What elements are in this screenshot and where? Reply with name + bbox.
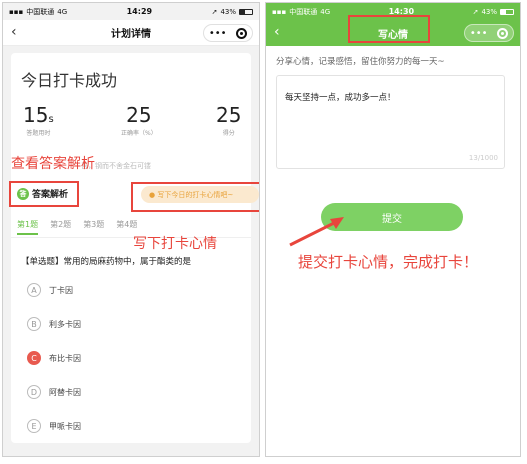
battery-icon: [500, 8, 514, 15]
mood-textarea[interactable]: 每天坚持一点，成功多一点！ 13/1000: [276, 75, 505, 169]
tab-question-1[interactable]: 第1题: [17, 219, 39, 235]
page-title: 计划详情: [111, 29, 151, 40]
stat-accuracy: 25 正确率（%）: [121, 103, 157, 137]
network-text: 4G: [320, 7, 331, 16]
option-text: 丁卡因: [49, 285, 73, 295]
stat-answer-time: 15s 答题用时: [23, 103, 54, 137]
highlight-answer-box: [9, 181, 79, 207]
option-e[interactable]: E 甲哌卡因: [27, 419, 81, 433]
more-icon[interactable]: •••: [470, 28, 488, 39]
mini-program-capsule: •••: [464, 24, 514, 42]
arrow-icon: [289, 217, 344, 247]
highlight-mood-box: [131, 182, 259, 212]
back-icon[interactable]: ‹: [274, 24, 280, 40]
carrier-text: 中国联通: [26, 7, 55, 16]
option-b[interactable]: B 利多卡因: [27, 317, 81, 331]
location-icon: ➚: [211, 7, 218, 16]
stat-unit: s: [48, 114, 54, 125]
stat-label: 得分: [222, 130, 235, 137]
status-time: 14:29: [126, 7, 153, 16]
highlight-title-box: [348, 15, 430, 43]
battery-percent: 43%: [481, 7, 497, 16]
option-text: 利多卡因: [49, 319, 81, 329]
tab-question-2[interactable]: 第2题: [50, 219, 71, 235]
option-letter: E: [27, 419, 41, 433]
option-letter-selected: C: [27, 351, 41, 365]
battery-icon: [239, 8, 253, 15]
option-c[interactable]: C 布比卡因: [27, 351, 81, 365]
annotation-submit: 提交打卡心情，完成打卡！: [298, 253, 479, 271]
option-text: 阿替卡因: [49, 387, 81, 397]
option-text: 布比卡因: [49, 353, 81, 363]
stat-label: 正确率（%）: [121, 130, 157, 137]
option-letter: D: [27, 385, 41, 399]
question-text: 【单选题】常用的局麻药物中，属于酯类的是: [21, 257, 192, 267]
tab-question-3[interactable]: 第3题: [83, 219, 104, 235]
stat-value: 15: [23, 103, 49, 127]
mini-program-capsule: •••: [203, 24, 253, 42]
plan-detail-screen: ▪▪▪ 中国联通 4G 14:29 ➚ 43% ‹ 计划详情 ••• 今日打卡成…: [2, 2, 260, 457]
option-letter: B: [27, 317, 41, 331]
stat-value: 25: [216, 103, 242, 127]
more-icon[interactable]: •••: [209, 28, 227, 39]
option-text: 甲哌卡因: [49, 421, 81, 431]
question-tabs: 第1题 第2题 第3题 第4题: [17, 219, 137, 235]
battery-percent: 43%: [220, 7, 236, 16]
mood-input-value: 每天坚持一点，成功多一点！: [285, 93, 396, 103]
close-miniprogram-icon[interactable]: [497, 27, 509, 39]
option-d[interactable]: D 阿替卡因: [27, 385, 81, 399]
screenshot-canvas: ▪▪▪ 中国联通 4G 14:29 ➚ 43% ‹ 计划详情 ••• 今日打卡成…: [0, 0, 527, 464]
annotation-answer: 查看答案解析: [11, 156, 95, 172]
share-hint-text: 分享心情，记录感悟，留住你努力的每一天~: [276, 57, 445, 67]
location-icon: ➚: [472, 7, 479, 16]
stat-value: 25: [126, 103, 152, 127]
option-a[interactable]: A 丁卡因: [27, 283, 73, 297]
back-icon[interactable]: ‹: [11, 24, 17, 40]
close-miniprogram-icon[interactable]: [236, 27, 248, 39]
stat-score: 25 得分: [216, 103, 241, 137]
signal-icon: ▪▪▪: [272, 7, 287, 16]
annotation-mood: 写下打卡心情: [133, 236, 217, 252]
signal-icon: ▪▪▪: [9, 7, 24, 16]
char-counter: 13/1000: [468, 154, 498, 162]
carrier-text: 中国联通: [289, 7, 318, 16]
nav-bar: ‹ 计划详情 •••: [3, 20, 259, 46]
option-letter: A: [27, 283, 41, 297]
stat-label: 答题用时: [26, 130, 51, 137]
network-text: 4G: [57, 7, 68, 16]
write-mood-screen: ▪▪▪ 中国联通 4G 14:30 ➚ 43% ‹ 写心情 ••• 分享心情，记…: [265, 2, 521, 457]
status-bar: ▪▪▪ 中国联通 4G 14:29 ➚ 43%: [3, 3, 259, 20]
success-title: 今日打卡成功: [21, 71, 118, 90]
